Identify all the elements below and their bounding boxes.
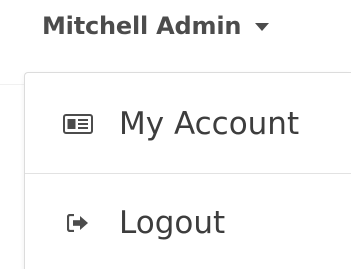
background-divider	[0, 84, 26, 85]
logout-label: Logout	[119, 205, 226, 241]
page: Mitchell Admin My Account Logout	[0, 0, 351, 269]
logout-menu-item[interactable]: Logout	[25, 174, 351, 269]
user-dropdown-menu: My Account Logout	[24, 72, 351, 269]
id-card-icon	[61, 113, 95, 135]
caret-down-icon	[255, 23, 270, 31]
sign-out-icon	[61, 212, 95, 234]
my-account-label: My Account	[119, 106, 300, 142]
user-name: Mitchell Admin	[42, 12, 242, 40]
my-account-menu-item[interactable]: My Account	[25, 75, 351, 173]
user-menu-toggle[interactable]: Mitchell Admin	[42, 8, 270, 44]
